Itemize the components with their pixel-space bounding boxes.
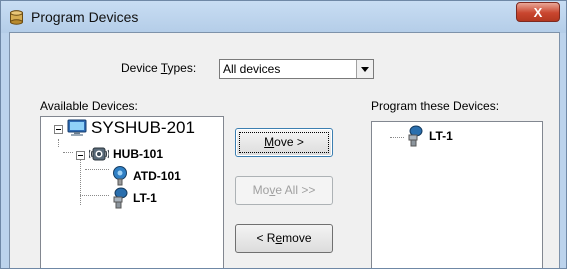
- tree-line: [80, 155, 81, 205]
- device-types-value: All devices: [223, 62, 281, 76]
- title-bar: Program Devices X: [1, 1, 566, 33]
- dialog-body: Device Types: All devices Available Devi…: [9, 32, 560, 268]
- tree-node-label: HUB-101: [113, 147, 164, 161]
- program-devices-label: Program these Devices:: [371, 99, 500, 113]
- program-devices-list[interactable]: LT-1: [371, 121, 543, 268]
- tree-node-label: ATD-101: [133, 169, 181, 183]
- device-types-label: Device Types:: [121, 61, 197, 75]
- available-devices-tree[interactable]: SYSHUB-201 HUB-101 ATD-101 LT-1: [40, 116, 224, 268]
- close-button[interactable]: X: [516, 2, 560, 22]
- sensor-icon: [113, 166, 127, 186]
- tree-node-label: LT-1: [133, 191, 157, 205]
- move-button[interactable]: Move >: [235, 128, 333, 157]
- tree-line: [58, 139, 59, 147]
- tree-line: [63, 152, 73, 153]
- collapse-icon[interactable]: [76, 151, 85, 160]
- transmitter-icon: [113, 187, 128, 209]
- tree-line: [390, 137, 404, 138]
- move-all-button-label: Move All >>: [252, 183, 316, 197]
- move-all-button[interactable]: Move All >>: [235, 176, 333, 205]
- remove-button[interactable]: < Remove: [235, 224, 333, 253]
- device-types-select[interactable]: All devices: [219, 59, 374, 79]
- available-devices-label: Available Devices:: [40, 99, 138, 113]
- transmitter-icon: [408, 125, 423, 147]
- chevron-down-icon[interactable]: [356, 60, 373, 78]
- move-button-label: Move >: [264, 135, 304, 149]
- program-devices-window: Program Devices X Device Types: All devi…: [0, 0, 567, 269]
- close-icon: X: [533, 5, 543, 20]
- hub-icon: [89, 147, 109, 161]
- window-title: Program Devices: [31, 9, 139, 25]
- tree-node-label: SYSHUB-201: [91, 118, 195, 137]
- collapse-icon[interactable]: [54, 125, 63, 134]
- remove-button-label: < Remove: [256, 231, 312, 245]
- program-item-label: LT-1: [429, 129, 453, 143]
- tree-line: [80, 195, 109, 196]
- app-icon: [10, 10, 23, 25]
- tree-line: [85, 169, 109, 170]
- computer-icon: [67, 119, 87, 136]
